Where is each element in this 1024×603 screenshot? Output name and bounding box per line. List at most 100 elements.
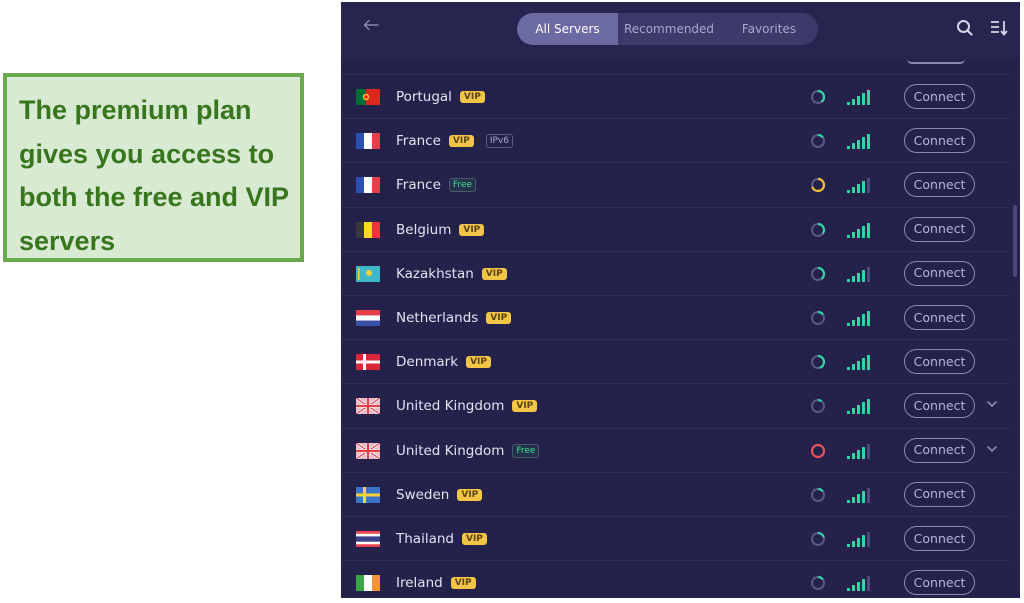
annotation-callout: The premium plan gives you access to bot… (3, 73, 304, 262)
flag-th-icon (356, 531, 380, 547)
server-load-icon (810, 134, 826, 149)
search-button[interactable] (955, 18, 975, 38)
server-filter-tabs: All Servers Recommended Favorites (517, 13, 818, 45)
tab-all-servers[interactable]: All Servers (517, 13, 618, 45)
signal-strength-icon (847, 487, 870, 503)
server-name-group: Kazakhstan VIP (396, 265, 507, 283)
signal-strength-icon (847, 134, 870, 150)
server-row[interactable]: Portugal VIP Connect (341, 74, 1009, 118)
flag-gb-icon (356, 398, 380, 415)
flag-ie-icon (356, 575, 380, 592)
server-name-group: France VIP IPv6 (396, 132, 513, 150)
connect-button[interactable]: Connect (904, 570, 975, 596)
header-bar: All Servers Recommended Favorites (341, 2, 1020, 59)
server-load-icon (810, 443, 826, 458)
server-name-group: Ireland VIP (396, 574, 476, 592)
vip-badge: VIP (512, 400, 538, 413)
flag-gb-icon (356, 442, 380, 459)
search-icon (957, 20, 973, 36)
scrollbar-thumb[interactable] (1013, 205, 1017, 277)
connect-button[interactable]: Connect (904, 437, 975, 463)
server-load-icon (810, 89, 826, 105)
callout-text: The premium plan gives you access to bot… (19, 95, 289, 256)
chevron-down-icon[interactable] (985, 397, 999, 411)
sort-icon (991, 21, 1008, 36)
connect-button[interactable]: Connect (904, 305, 975, 330)
connect-button[interactable]: Connect (904, 84, 975, 109)
signal-strength-icon (847, 443, 870, 459)
flag-se-icon (356, 486, 380, 503)
server-load-icon (810, 222, 826, 237)
vip-badge: VIP (461, 533, 487, 545)
server-row[interactable]: United Kingdom VIP Connect (341, 383, 1009, 427)
connect-button[interactable]: Connect (904, 216, 975, 242)
connect-button[interactable]: Connect (904, 260, 975, 286)
connect-button[interactable]: Connect (904, 128, 975, 154)
partial-connect-button[interactable] (907, 59, 965, 64)
country-name: United Kingdom (396, 398, 505, 415)
server-load-icon (810, 576, 826, 591)
flag-fr-icon (356, 133, 380, 150)
connect-button[interactable]: Connect (904, 393, 975, 419)
server-row[interactable]: France Free Connect (341, 162, 1009, 206)
signal-strength-icon (847, 222, 870, 238)
vip-badge: VIP (448, 135, 474, 148)
signal-strength-icon (847, 311, 870, 326)
signal-strength-icon (847, 90, 870, 105)
free-badge: Free (448, 178, 476, 193)
vpn-app-window: All Servers Recommended Favorites Portug… (341, 2, 1020, 598)
country-name: United Kingdom (396, 442, 505, 459)
country-name: Ireland (396, 575, 443, 592)
signal-strength-icon (847, 532, 870, 547)
server-name-group: Belgium VIP (396, 221, 485, 239)
flag-pt-icon (356, 89, 380, 105)
server-name-group: United Kingdom Free (396, 442, 540, 460)
server-load-icon (810, 355, 826, 370)
server-load-icon (810, 487, 826, 502)
flag-kz-icon (356, 265, 380, 282)
chevron-down-icon[interactable] (985, 442, 999, 456)
vip-badge: VIP (450, 577, 476, 590)
server-load-icon (810, 310, 826, 326)
server-row[interactable]: Sweden VIP Connect (341, 471, 1009, 516)
connect-button[interactable]: Connect (904, 526, 975, 551)
server-load-icon (810, 399, 826, 414)
server-row[interactable]: United Kingdom Free Connect (341, 427, 1009, 472)
connect-button[interactable]: Connect (904, 349, 975, 375)
signal-strength-icon (847, 266, 870, 282)
server-load-icon (810, 266, 826, 281)
tab-recommended[interactable]: Recommended (618, 13, 720, 45)
server-row[interactable]: France VIP IPv6 Connect (341, 118, 1009, 162)
server-row[interactable]: Thailand VIP Connect (341, 516, 1009, 560)
connect-button[interactable]: Connect (904, 481, 975, 507)
tab-favorites[interactable]: Favorites (720, 13, 818, 45)
server-row[interactable]: Ireland VIP Connect (341, 560, 1009, 598)
signal-strength-icon (847, 178, 870, 194)
back-button[interactable] (359, 16, 383, 40)
country-name: Kazakhstan (396, 265, 474, 282)
signal-strength-icon (847, 399, 870, 415)
server-name-group: Thailand VIP (396, 530, 487, 548)
vip-badge: VIP (466, 356, 491, 369)
server-name-group: Denmark VIP (396, 353, 491, 371)
ipv6-badge: IPv6 (485, 134, 513, 149)
server-row[interactable]: Netherlands VIP Connect (341, 295, 1009, 339)
flag-dk-icon (356, 354, 380, 371)
signal-strength-icon (847, 355, 870, 371)
server-name-group: Portugal VIP (396, 88, 485, 106)
vip-badge: VIP (457, 488, 483, 501)
server-name-group: Netherlands VIP (396, 309, 512, 327)
server-row[interactable]: Belgium VIP Connect (341, 206, 1009, 251)
flag-be-icon (356, 221, 380, 238)
vip-badge: VIP (459, 91, 485, 103)
country-name: Belgium (396, 221, 452, 238)
vip-badge: VIP (459, 223, 485, 236)
server-row[interactable]: Kazakhstan VIP Connect (341, 250, 1009, 295)
sort-button[interactable] (989, 18, 1009, 38)
free-badge: Free (512, 443, 540, 458)
server-row[interactable]: Denmark VIP Connect (341, 339, 1009, 383)
flag-fr-icon (356, 177, 380, 194)
country-name: Portugal (396, 89, 452, 105)
flag-nl-icon (356, 310, 380, 326)
connect-button[interactable]: Connect (904, 172, 975, 198)
